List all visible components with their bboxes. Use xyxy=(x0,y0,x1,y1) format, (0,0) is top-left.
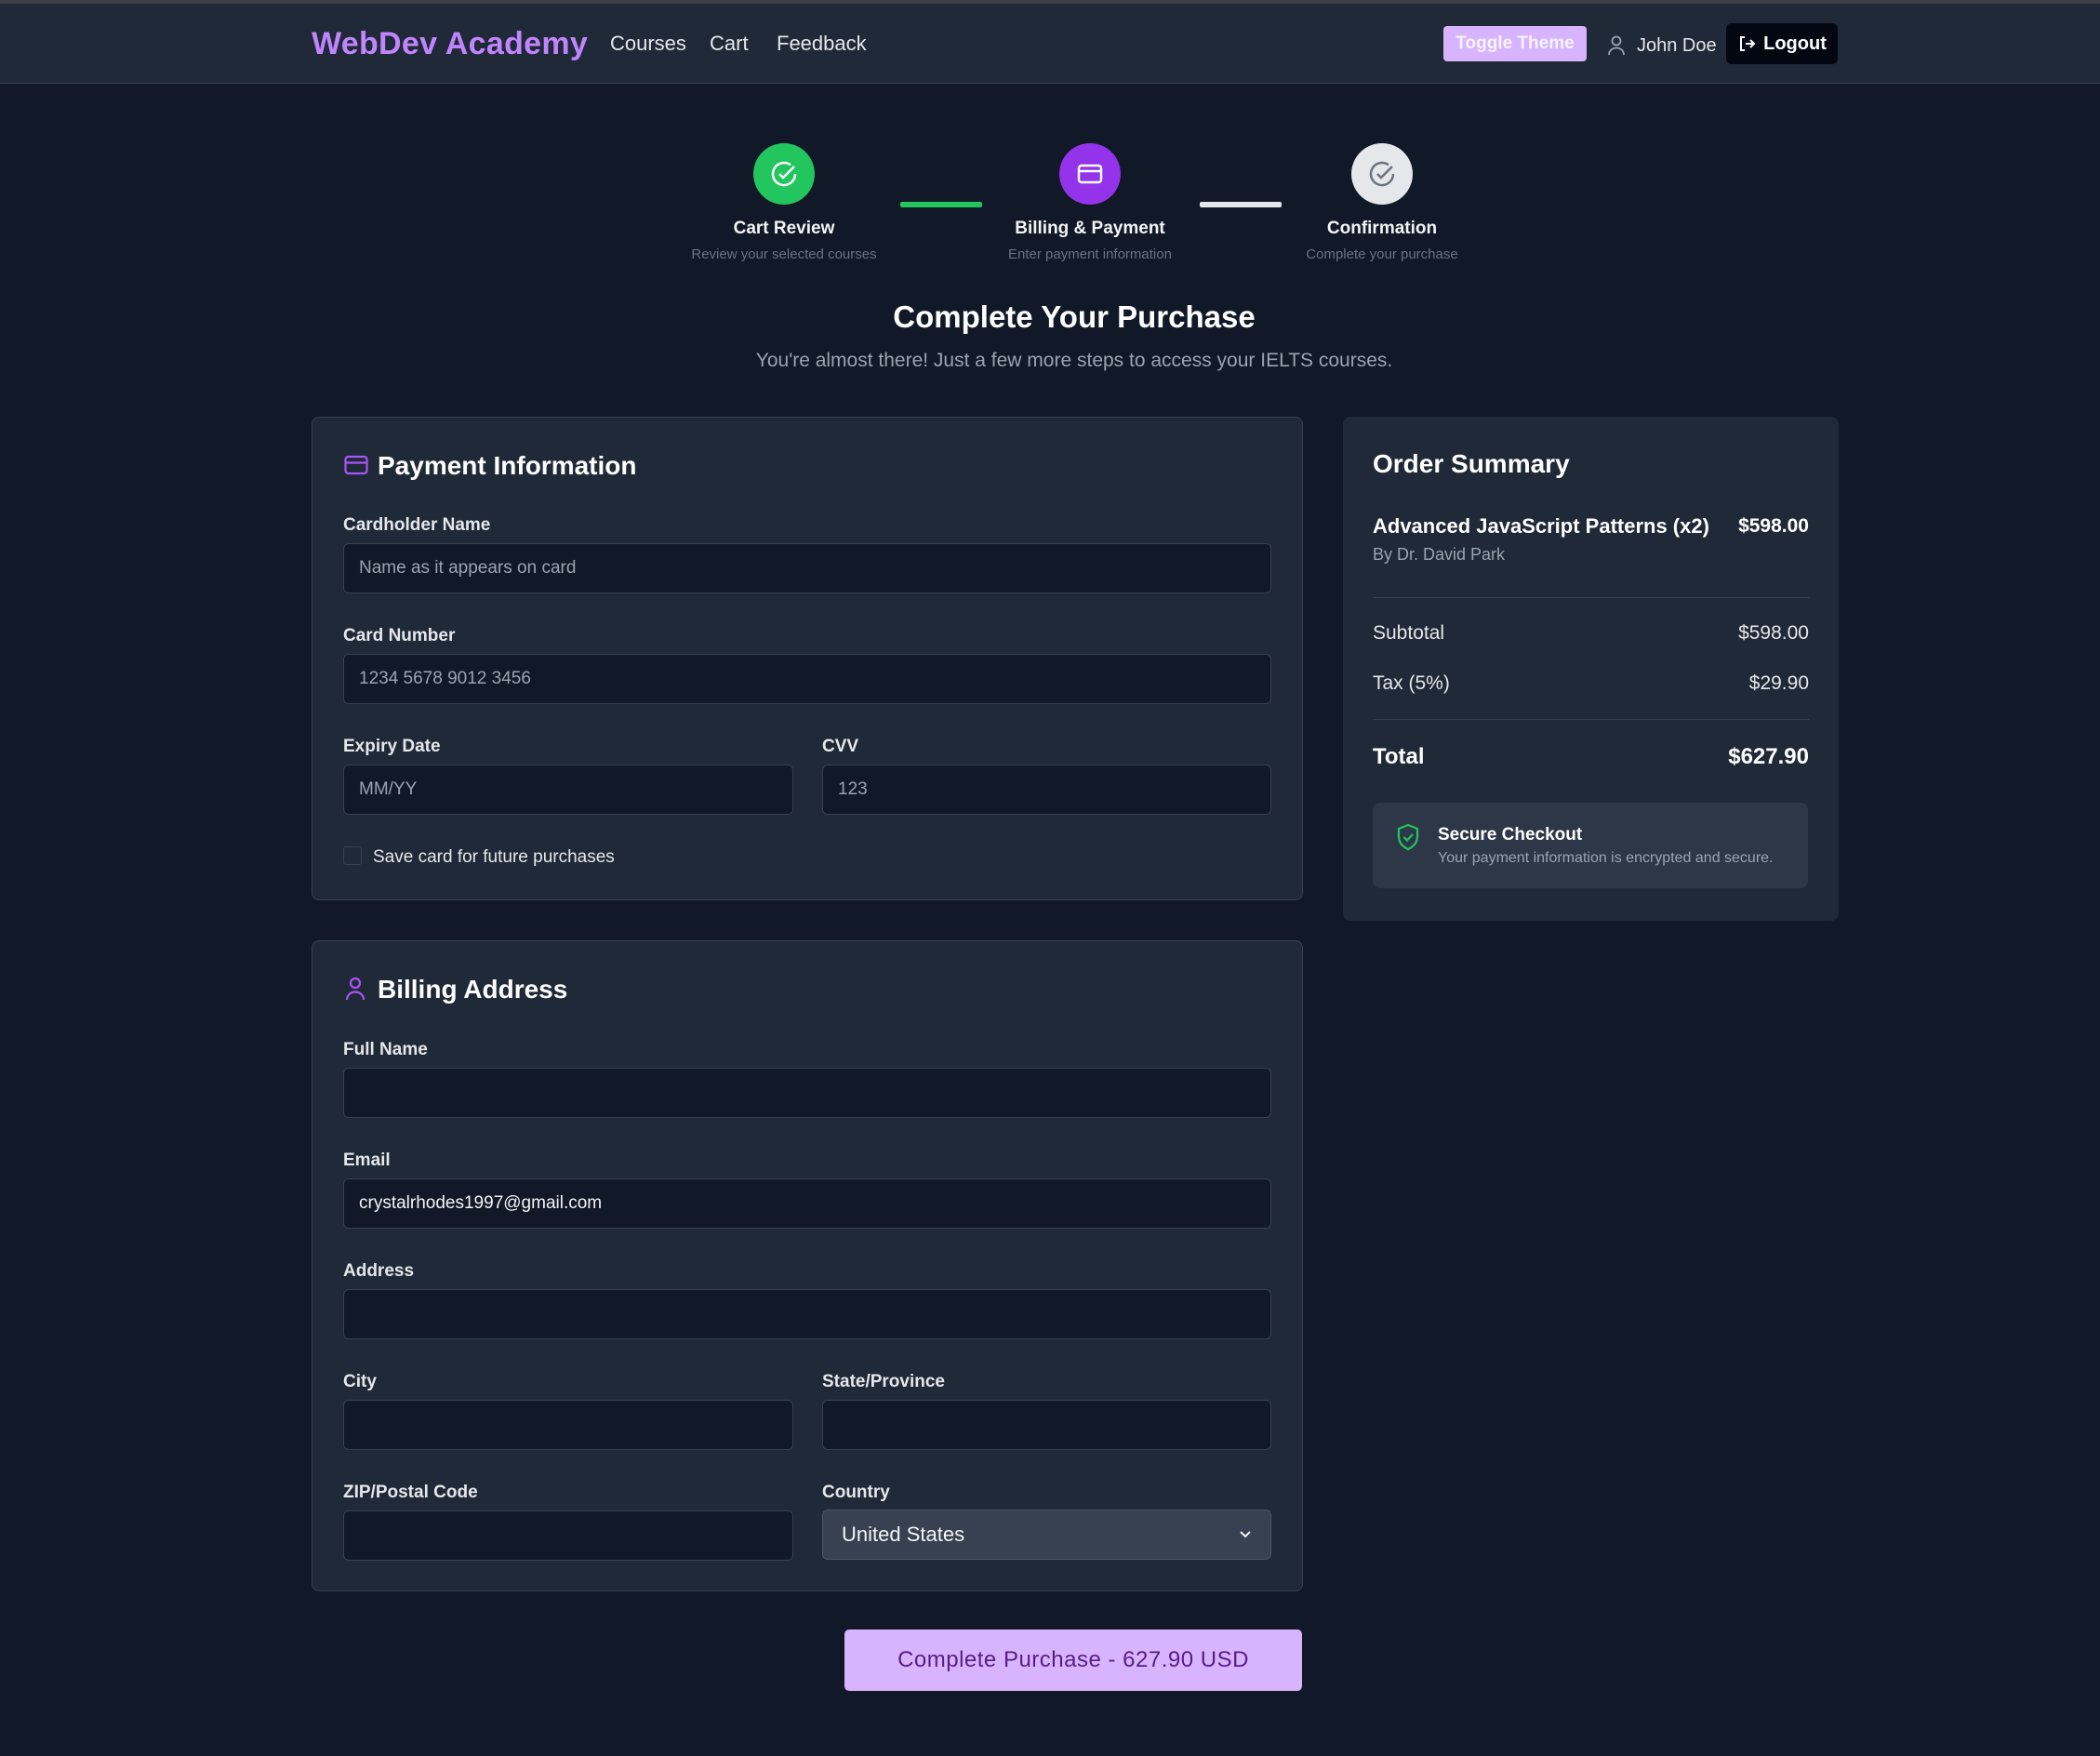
step-description: Enter payment information xyxy=(1008,246,1172,262)
expiry-label: Expiry Date xyxy=(343,737,441,756)
summary-item-author: By Dr. David Park xyxy=(1373,545,1506,564)
full-name-input[interactable] xyxy=(343,1068,1271,1118)
payment-information-card: Payment Information Cardholder Name Card… xyxy=(312,417,1303,900)
summary-item-price: $598.00 xyxy=(1738,515,1809,537)
toggle-theme-button[interactable]: Toggle Theme xyxy=(1443,26,1587,61)
zip-label: ZIP/Postal Code xyxy=(343,1483,478,1502)
email-input[interactable] xyxy=(343,1178,1271,1229)
tax-value: $29.90 xyxy=(1748,672,1809,694)
secure-description: Your payment information is encrypted an… xyxy=(1438,850,1774,866)
user-icon xyxy=(345,977,366,1001)
nav-feedback[interactable]: Feedback xyxy=(777,32,867,56)
nav-cart[interactable]: Cart xyxy=(710,32,749,56)
step-title: Billing & Payment xyxy=(1015,219,1165,238)
logout-label: Logout xyxy=(1763,33,1827,54)
logout-icon xyxy=(1740,36,1756,51)
step-title: Cart Review xyxy=(733,219,835,238)
zip-input[interactable] xyxy=(343,1510,793,1561)
chevron-down-icon xyxy=(1240,1531,1251,1538)
total-value: $627.90 xyxy=(1728,744,1809,769)
save-card-checkbox[interactable] xyxy=(343,846,362,865)
secure-title: Secure Checkout xyxy=(1438,825,1583,845)
cardholder-name-input[interactable] xyxy=(343,543,1271,593)
state-label: State/Province xyxy=(822,1372,945,1391)
shield-check-icon xyxy=(1397,823,1419,851)
card-number-input[interactable] xyxy=(343,654,1271,704)
city-input[interactable] xyxy=(343,1400,793,1450)
page-title: Complete Your Purchase xyxy=(893,299,1256,334)
email-label: Email xyxy=(343,1151,391,1170)
address-input[interactable] xyxy=(343,1289,1271,1339)
summary-divider xyxy=(1373,719,1809,720)
order-summary-card: Order Summary Advanced JavaScript Patter… xyxy=(1343,417,1839,921)
step-cart-review: Cart Review Review your selected courses xyxy=(663,143,905,262)
secure-checkout-notice: Secure Checkout Your payment information… xyxy=(1373,803,1808,888)
state-input[interactable] xyxy=(822,1400,1271,1450)
country-select[interactable]: United States xyxy=(822,1510,1271,1560)
step-confirmation: Confirmation Complete your purchase xyxy=(1261,143,1503,262)
brand-logo[interactable]: WebDev Academy xyxy=(312,26,588,62)
credit-card-icon xyxy=(1059,143,1121,205)
cvv-input[interactable] xyxy=(822,765,1271,815)
summary-divider xyxy=(1373,597,1809,598)
top-navbar: WebDev Academy Courses Cart Feedback Tog… xyxy=(0,4,2100,84)
billing-address-card: Billing Address Full Name Email Address … xyxy=(312,940,1303,1591)
step-completed-icon xyxy=(753,143,815,205)
city-label: City xyxy=(343,1372,377,1391)
subtotal-value: $598.00 xyxy=(1738,622,1809,644)
step-description: Review your selected courses xyxy=(691,246,877,262)
tax-label: Tax (5%) xyxy=(1373,672,1450,694)
cvv-label: CVV xyxy=(822,737,859,756)
logout-button[interactable]: Logout xyxy=(1726,23,1838,64)
country-label: Country xyxy=(822,1483,890,1502)
save-card-label[interactable]: Save card for future purchases xyxy=(373,847,615,868)
expiry-date-input[interactable] xyxy=(343,765,793,815)
step-billing-payment: Billing & Payment Enter payment informat… xyxy=(969,143,1211,262)
address-label: Address xyxy=(343,1261,415,1281)
summary-item-name: Advanced JavaScript Patterns (x2) xyxy=(1373,514,1709,538)
page-subtitle: You're almost there! Just a few more ste… xyxy=(755,350,1393,371)
payment-title: Payment Information xyxy=(378,451,637,480)
nav-courses[interactable]: Courses xyxy=(610,32,686,56)
step-description: Complete your purchase xyxy=(1306,246,1458,262)
billing-title: Billing Address xyxy=(378,975,568,1004)
user-icon xyxy=(1608,35,1625,56)
cardholder-label: Cardholder Name xyxy=(343,515,491,535)
step-title: Confirmation xyxy=(1326,219,1438,238)
summary-title: Order Summary xyxy=(1373,449,1570,478)
subtotal-label: Subtotal xyxy=(1373,622,1445,644)
credit-card-icon xyxy=(344,455,368,475)
step-pending-icon xyxy=(1351,143,1413,205)
user-name: John Doe xyxy=(1637,35,1717,56)
full-name-label: Full Name xyxy=(343,1040,428,1059)
card-number-label: Card Number xyxy=(343,626,456,645)
complete-purchase-button[interactable]: Complete Purchase - 627.90 USD xyxy=(844,1630,1302,1691)
country-selected-value: United States xyxy=(842,1523,965,1546)
total-label: Total xyxy=(1373,744,1425,769)
